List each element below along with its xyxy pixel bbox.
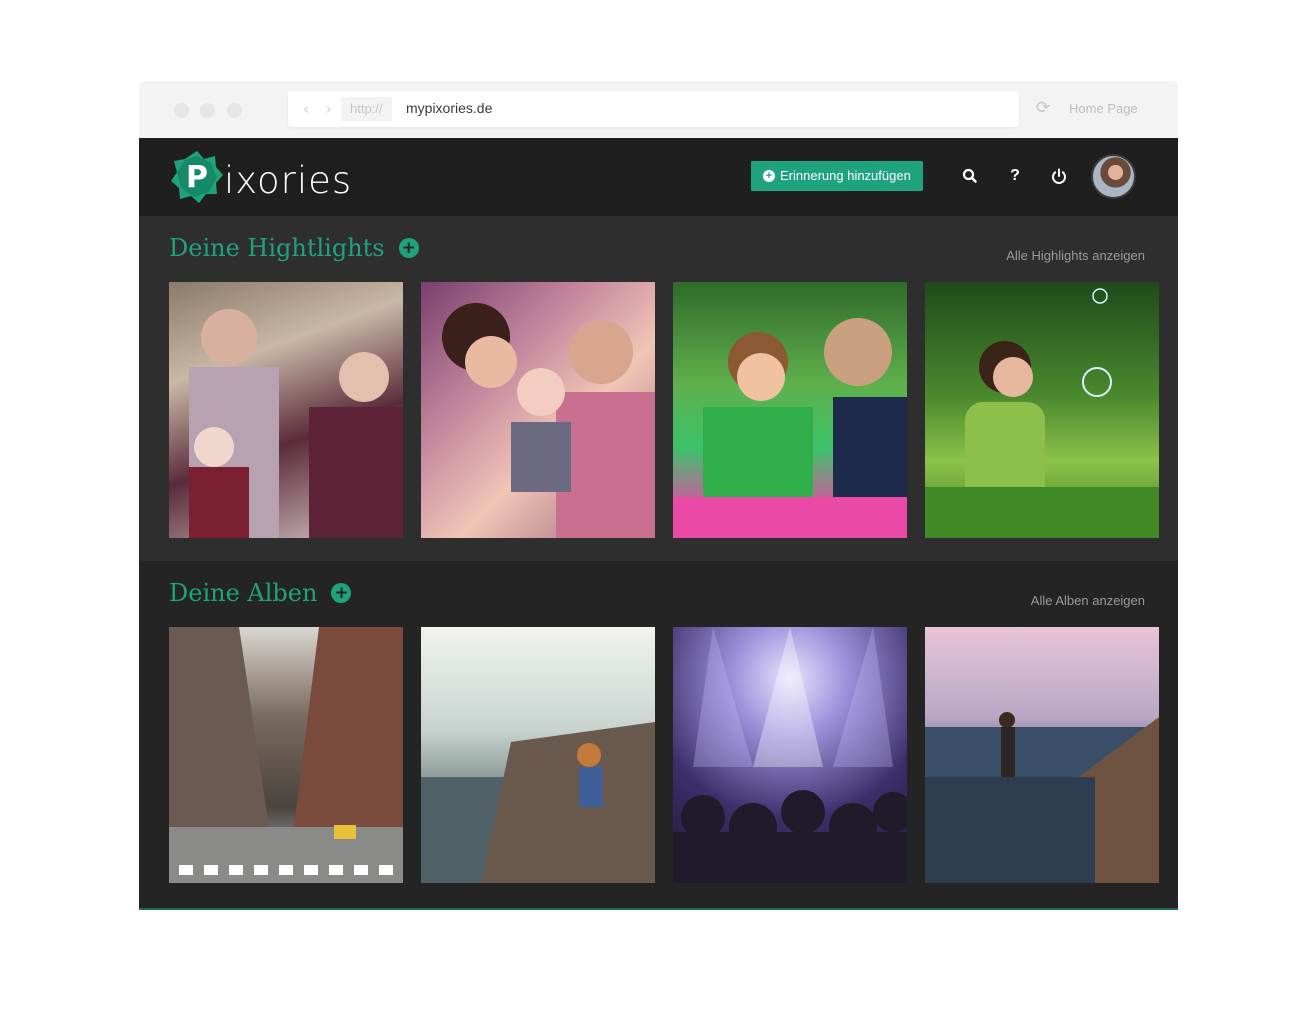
add-highlight-icon[interactable]: + (398, 238, 419, 258)
address-bar[interactable]: ‹ › http:// mypixories.de (288, 91, 1019, 127)
highlight-photo-bubbles[interactable] (925, 282, 1159, 538)
user-avatar[interactable] (1091, 154, 1136, 199)
albums-section: Deine Alben + Alle Alben anzeigen (139, 561, 1178, 908)
albums-title: Deine Alben + (169, 579, 352, 607)
window-close-dot[interactable] (174, 103, 189, 118)
albums-grid (169, 627, 1159, 883)
reload-icon[interactable]: ⟳ (1036, 98, 1050, 118)
add-memory-label: Erinnerung hinzufügen (780, 168, 911, 183)
logo-letter: P (186, 160, 208, 195)
album-photo-city[interactable] (169, 627, 403, 883)
browser-chrome: ‹ › http:// mypixories.de ⟳ Home Page (139, 81, 1178, 138)
show-all-albums-link[interactable]: Alle Alben anzeigen (1031, 593, 1145, 608)
browser-window: ‹ › http:// mypixories.de ⟳ Home Page P … (139, 81, 1178, 910)
show-all-highlights-link[interactable]: Alle Highlights anzeigen (1006, 248, 1145, 263)
app-container: P ixories + Erinnerung hinzufügen ? Dein… (139, 138, 1178, 910)
highlights-section: Deine Hightlights + Alle Highlights anze… (139, 216, 1178, 561)
window-maximize-dot[interactable] (227, 103, 242, 118)
url-text[interactable]: mypixories.de (406, 100, 492, 116)
pixories-logo[interactable]: P ixories (170, 150, 370, 204)
help-icon[interactable]: ? (1003, 164, 1027, 188)
album-photo-beach[interactable] (925, 627, 1159, 883)
plus-circle-icon: + (763, 170, 775, 182)
highlights-title-text: Deine Hightlights (169, 234, 385, 262)
power-icon[interactable] (1047, 164, 1071, 188)
highlight-photo-family[interactable] (421, 282, 655, 538)
album-photo-concert[interactable] (673, 627, 907, 883)
highlight-photo-boys[interactable] (673, 282, 907, 538)
logo-text: ixories (224, 159, 353, 202)
logo-badge-icon: P (171, 151, 223, 203)
album-photo-seaside[interactable] (421, 627, 655, 883)
home-page-link[interactable]: Home Page (1069, 101, 1138, 116)
add-memory-button[interactable]: + Erinnerung hinzufügen (751, 161, 923, 191)
albums-title-text: Deine Alben (169, 579, 318, 607)
app-header: P ixories + Erinnerung hinzufügen ? (139, 138, 1178, 216)
search-icon[interactable] (958, 164, 982, 188)
add-album-icon[interactable]: + (331, 583, 352, 603)
window-minimize-dot[interactable] (200, 103, 215, 118)
highlights-title: Deine Hightlights + (169, 234, 419, 262)
nav-arrows-icon[interactable]: ‹ › (303, 100, 338, 118)
url-protocol: http:// (341, 97, 392, 121)
highlights-grid (169, 282, 1159, 538)
highlight-photo-grandparents[interactable] (169, 282, 403, 538)
